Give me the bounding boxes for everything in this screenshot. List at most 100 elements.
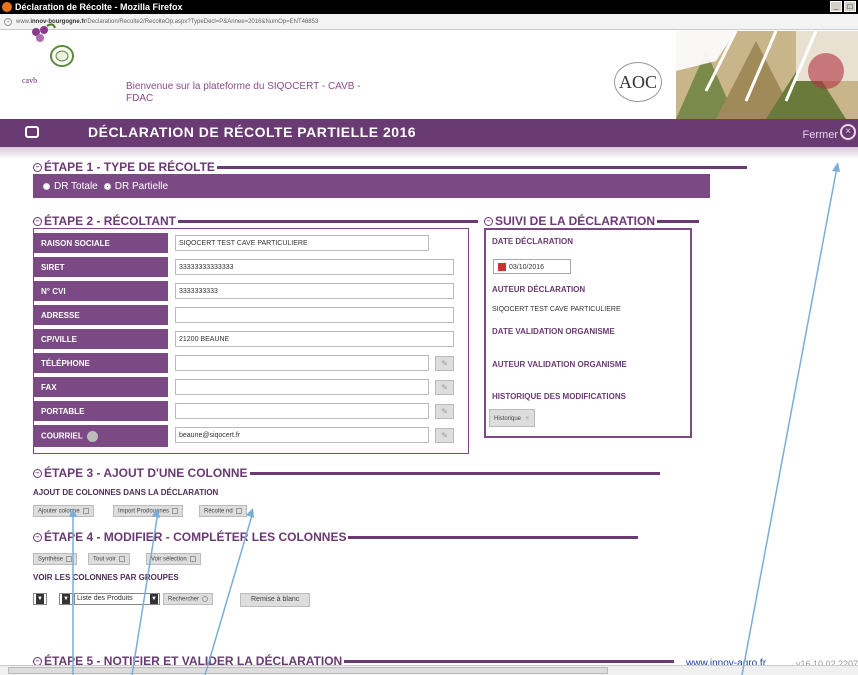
- step2-title: ÉTAPE 2 - RÉCOLTANT: [44, 214, 176, 228]
- field-label-courriel: COURRIEL: [34, 425, 168, 447]
- field-label: SIRET: [34, 257, 168, 277]
- search-button[interactable]: Rechercher: [163, 593, 214, 605]
- url-bar[interactable]: i www.innov-bourgogne.fr/Declaration/Rec…: [0, 14, 858, 30]
- form-row: PORTABLE ✎: [34, 401, 470, 421]
- chevron-down-icon[interactable]: ▼: [62, 594, 70, 604]
- edit-icon[interactable]: ✎: [435, 356, 454, 371]
- step3-header: – ÉTAPE 3 - AJOUT D'UNE COLONNE: [33, 466, 660, 480]
- groups-label: VOIR LES COLONNES PAR GROUPES: [33, 573, 179, 582]
- cavb-logo: cavb: [22, 76, 38, 85]
- history-button[interactable]: Historique ✳: [489, 409, 536, 427]
- step1-title: ÉTAPE 1 - TYPE DE RÉCOLTE: [44, 160, 215, 174]
- form-row: TÉLÉPHONE ✎: [34, 353, 470, 373]
- harvest-type-group: DR Totale DR Partielle: [43, 181, 168, 192]
- form-row: ADRESSE: [34, 305, 470, 325]
- field-label: ADRESSE: [34, 305, 168, 325]
- chevron-down-icon[interactable]: ▼: [150, 594, 158, 604]
- form-row: COURRIEL beaune@siqocert.fr ✎: [34, 425, 470, 447]
- radio-label-partielle[interactable]: DR Partielle: [115, 181, 168, 192]
- page-title: DÉCLARATION DE RÉCOLTE PARTIELLE 2016: [88, 124, 417, 140]
- validation-author-label: AUTEUR VALIDATION ORGANISME: [492, 360, 627, 369]
- portable-input[interactable]: [175, 403, 429, 419]
- author-label: AUTEUR DÉCLARATION: [492, 285, 586, 294]
- collapse-icon[interactable]: –: [33, 216, 42, 226]
- vineyard-banner-image: [676, 31, 858, 119]
- date-label: DATE DÉCLARATION: [492, 237, 574, 246]
- validation-date-label: DATE VALIDATION ORGANISME: [492, 327, 615, 336]
- raison-sociale-input[interactable]: SIQOCERT TEST CAVE PARTICULIERE: [175, 235, 429, 251]
- step3-subtitle: AJOUT DE COLONNES DANS LA DÉCLARATION: [33, 488, 219, 497]
- cp-ville-input[interactable]: 21200 BEAUNE: [175, 331, 454, 347]
- divider: [178, 219, 478, 223]
- calendar-icon[interactable]: [498, 263, 506, 271]
- field-label: RAISON SOCIALE: [34, 233, 168, 253]
- horizontal-scrollbar[interactable]: [0, 665, 858, 675]
- fdac-logo: [50, 45, 74, 67]
- step4-title: ÉTAPE 4 - MODIFIER - COMPLÉTER LES COLON…: [44, 530, 347, 544]
- radio-label-totale[interactable]: DR Totale: [54, 181, 98, 192]
- info-icon[interactable]: i: [4, 17, 12, 26]
- chat-icon: [25, 126, 39, 138]
- synthese-button[interactable]: Synthèse: [33, 553, 78, 565]
- field-label: FAX: [34, 377, 168, 397]
- suivi-title: SUIVI DE LA DÉCLARATION: [495, 214, 656, 228]
- close-label[interactable]: Fermer: [803, 129, 838, 141]
- scrollbar-thumb[interactable]: [8, 667, 608, 674]
- reset-button[interactable]: Remise à blanc: [240, 593, 311, 607]
- radio-dr-partielle[interactable]: [103, 183, 111, 190]
- field-label: CP/VILLE: [34, 329, 168, 349]
- cvi-input[interactable]: 3333333333: [175, 283, 454, 299]
- form-row: SIRET 33333333333333: [34, 257, 470, 277]
- banner-shadow: [0, 147, 858, 159]
- page-banner: DÉCLARATION DE RÉCOLTE PARTIELLE 2016 Fe…: [0, 119, 858, 147]
- arrow-fermer: [741, 166, 838, 675]
- form-row: RAISON SOCIALE SIQOCERT TEST CAVE PARTIC…: [34, 233, 470, 253]
- divider: [249, 471, 660, 475]
- courriel-input[interactable]: beaune@siqocert.fr: [175, 427, 429, 443]
- add-column-button[interactable]: Ajouter colonne: [33, 505, 94, 517]
- products-select[interactable]: Liste des Produits: [74, 593, 160, 605]
- divider: [657, 219, 700, 223]
- step4-header: – ÉTAPE 4 - MODIFIER - COMPLÉTER LES COL…: [33, 530, 639, 544]
- close-icon[interactable]: ×: [840, 124, 856, 140]
- edit-icon[interactable]: ✎: [435, 428, 454, 443]
- fax-input[interactable]: [175, 379, 429, 395]
- aoc-logo: AOC: [614, 62, 662, 102]
- mail-icon[interactable]: [86, 431, 98, 442]
- form-row: FAX ✎: [34, 377, 470, 397]
- form-row: N° CVI 3333333333: [34, 281, 470, 301]
- divider: [216, 165, 747, 169]
- siret-input[interactable]: 33333333333333: [175, 259, 454, 275]
- collapse-icon[interactable]: –: [33, 468, 42, 478]
- collapse-icon[interactable]: –: [33, 162, 42, 172]
- telephone-input[interactable]: [175, 355, 429, 371]
- suivi-panel: DATE DÉCLARATION 03/10/2016 AUTEUR DÉCLA…: [484, 228, 692, 438]
- divider: [344, 659, 675, 663]
- firefox-icon: [2, 2, 12, 12]
- chevron-down-icon[interactable]: ▼: [36, 594, 44, 604]
- recoltant-form: RAISON SOCIALE SIQOCERT TEST CAVE PARTIC…: [33, 228, 469, 454]
- divider: [348, 535, 639, 539]
- import-prodouanes-button[interactable]: Import Prodouanes: [113, 505, 184, 517]
- collapse-icon[interactable]: –: [484, 216, 493, 226]
- recolte-nd-button[interactable]: Récolte nd: [199, 505, 247, 517]
- edit-icon[interactable]: ✎: [435, 380, 454, 395]
- voir-selection-button[interactable]: Voir sélection: [146, 553, 201, 565]
- adresse-input[interactable]: [175, 307, 454, 323]
- spinner-icon: ✳: [525, 416, 531, 422]
- edit-icon[interactable]: ✎: [435, 404, 454, 419]
- window-titlebar: Déclaration de Récolte - Mozilla Firefox…: [0, 0, 858, 14]
- collapse-icon[interactable]: –: [33, 532, 42, 542]
- step1-header: – ÉTAPE 1 - TYPE DE RÉCOLTE: [33, 160, 747, 174]
- tout-voir-button[interactable]: Tout voir: [88, 553, 130, 565]
- radio-dr-totale[interactable]: [43, 183, 50, 190]
- date-field[interactable]: 03/10/2016: [493, 259, 571, 274]
- step2-header: – ÉTAPE 2 - RÉCOLTANT: [33, 214, 478, 228]
- maximize-button[interactable]: □: [844, 1, 856, 12]
- history-label: HISTORIQUE DES MODIFICATIONS: [492, 392, 626, 401]
- window-title: Déclaration de Récolte - Mozilla Firefox: [15, 2, 183, 12]
- welcome-text: Bienvenue sur la plateforme du SIQOCERT …: [126, 81, 361, 104]
- url-text[interactable]: www.innov-bourgogne.fr/Declaration/Recol…: [16, 19, 318, 25]
- minimize-button[interactable]: _: [830, 1, 842, 12]
- suivi-header: – SUIVI DE LA DÉCLARATION: [484, 214, 700, 228]
